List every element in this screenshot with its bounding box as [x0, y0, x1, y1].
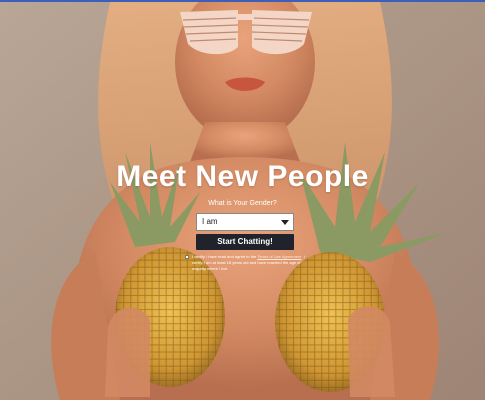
caret-down-icon	[281, 220, 289, 225]
consent-prefix: I certify I have read and agree to the	[192, 254, 257, 259]
gender-label: What is Your Gender?	[208, 200, 277, 207]
consent-text: I certify I have read and agree to the T…	[185, 254, 305, 272]
start-chatting-button[interactable]: Start Chatting!	[196, 234, 294, 250]
headline: Meet New People	[116, 160, 369, 193]
consent-checkbox[interactable]	[185, 255, 189, 259]
terms-of-use-link[interactable]: Terms of Use Agreement	[257, 254, 301, 259]
consent-block: I certify I have read and agree to the T…	[185, 254, 305, 272]
gender-select-value: I am	[202, 217, 218, 226]
gender-select[interactable]: I am	[196, 213, 294, 231]
landing-page: Meet New People What is Your Gender? I a…	[0, 0, 485, 400]
